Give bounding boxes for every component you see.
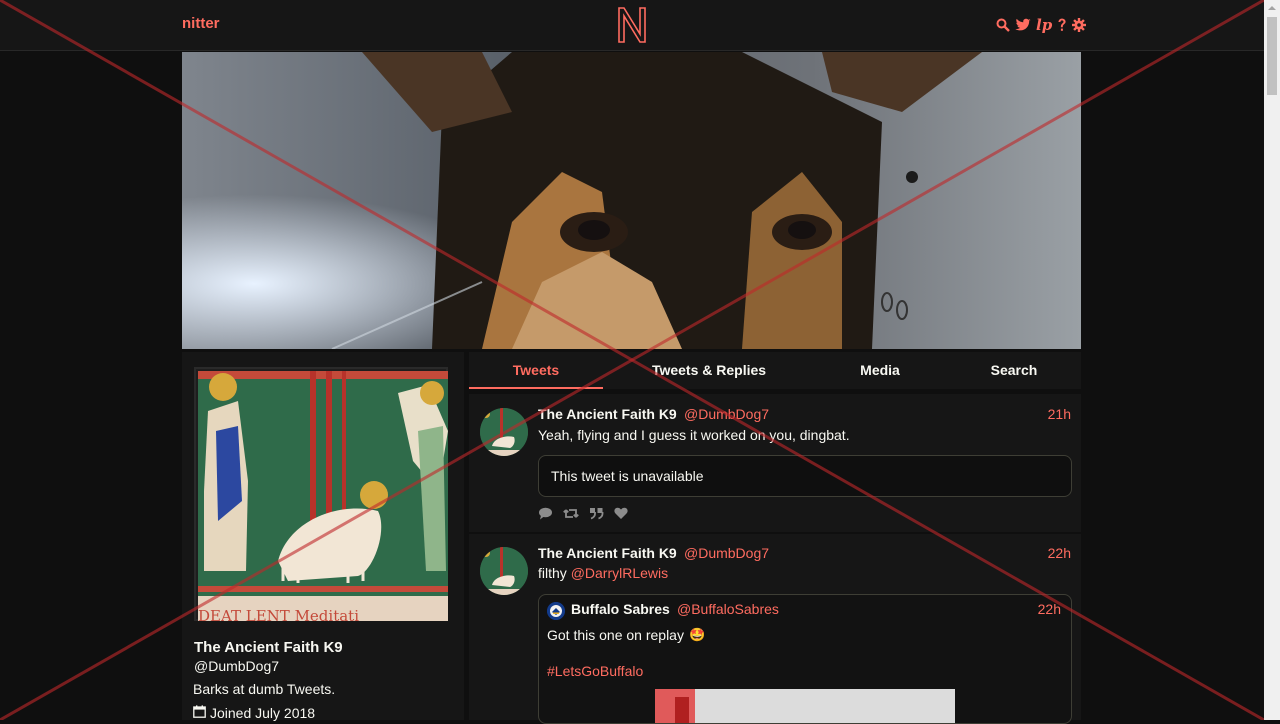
tab-media[interactable]: Media [839, 352, 921, 389]
nitter-home-link[interactable]: nitter [182, 15, 220, 32]
profile-username[interactable]: @DumbDog7 [194, 658, 279, 674]
quoted-tweet[interactable]: Buffalo Sabres @BuffaloSabres 22h Got th… [538, 594, 1072, 724]
page-scrollbar[interactable] [1264, 0, 1280, 720]
quote-icon[interactable] [589, 507, 604, 525]
tweet-text-prefix: filthy [538, 565, 567, 581]
profile-fullname[interactable]: The Ancient Faith K9 [194, 639, 343, 656]
scroll-up-arrow-icon[interactable] [1264, 0, 1280, 16]
profile-banner-image[interactable] [182, 52, 1081, 349]
reply-icon[interactable] [538, 507, 553, 525]
tweet-mention-link[interactable]: @DarrylRLewis [571, 565, 668, 581]
unavailable-quote: This tweet is unavailable [538, 455, 1072, 497]
nitter-logo-icon[interactable] [612, 4, 652, 46]
tweet-time[interactable]: 22h [1048, 545, 1071, 561]
lp-icon[interactable]: lp [1036, 17, 1052, 33]
quote-media-thumbnail[interactable] [655, 689, 955, 723]
help-icon[interactable] [1057, 18, 1067, 32]
joined-text: Joined July 2018 [210, 705, 316, 721]
profile-avatar[interactable]: DEAT LENT Meditati [194, 367, 448, 625]
search-icon[interactable] [996, 18, 1010, 32]
retweet-icon[interactable] [563, 507, 579, 525]
quote-fullname[interactable]: Buffalo Sabres [571, 601, 670, 617]
tweet-fullname[interactable]: The Ancient Faith K9 [538, 406, 677, 422]
timeline-tweet[interactable]: The Ancient Faith K9 @DumbDog7 21h Yeah,… [469, 394, 1081, 532]
twitter-bird-icon[interactable] [1015, 18, 1031, 32]
tab-search[interactable]: Search [974, 352, 1054, 389]
gear-icon[interactable] [1072, 18, 1087, 32]
tweet-text: Yeah, flying and I guess it worked on yo… [538, 427, 850, 443]
avatar-caption: DEAT LENT Meditati [198, 607, 360, 625]
tab-tweets[interactable]: Tweets [469, 352, 603, 389]
calendar-icon [193, 705, 206, 721]
tweet-username[interactable]: @DumbDog7 [684, 406, 769, 422]
tweet-text: filthy @DarrylRLewis [538, 565, 668, 581]
tab-tweets-and-replies[interactable]: Tweets & Replies [629, 352, 789, 389]
tweet-time[interactable]: 21h [1048, 406, 1071, 422]
quote-text: Got this one on replay 🤩 [547, 627, 705, 643]
scrollbar-thumb[interactable] [1267, 17, 1277, 95]
tweet-stats [538, 507, 628, 525]
tweet-avatar[interactable] [480, 547, 528, 595]
like-icon[interactable] [614, 507, 628, 525]
quote-hashtag-link[interactable]: #LetsGoBuffalo [547, 663, 643, 679]
tweet-avatar[interactable] [480, 408, 528, 456]
quote-text-body: Got this one on replay [547, 627, 684, 643]
tweet-fullname[interactable]: The Ancient Faith K9 [538, 545, 677, 561]
quote-username[interactable]: @BuffaloSabres [677, 601, 779, 617]
active-tab-indicator [469, 387, 603, 389]
star-struck-emoji: 🤩 [688, 627, 706, 642]
quote-time[interactable]: 22h [1038, 601, 1061, 617]
nav-icon-group: lp [996, 14, 1087, 36]
profile-joined-date: Joined July 2018 [193, 705, 315, 721]
timeline-tabs: Tweets Tweets & Replies Media Search [469, 352, 1081, 389]
top-navbar: nitter lp [0, 0, 1264, 51]
timeline-tweet[interactable]: The Ancient Faith K9 @DumbDog7 22h filth… [469, 534, 1081, 724]
profile-bio: Barks at dumb Tweets. [193, 681, 336, 697]
quote-avatar[interactable] [547, 602, 565, 620]
tweet-username[interactable]: @DumbDog7 [684, 545, 769, 561]
